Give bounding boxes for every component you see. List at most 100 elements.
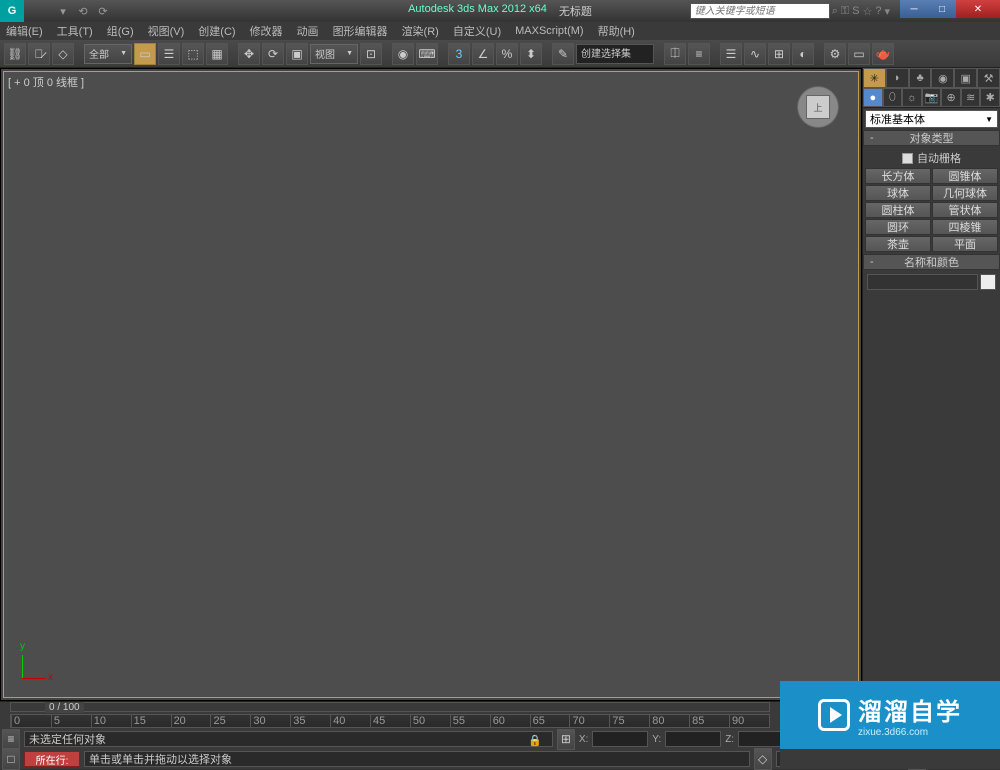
viewcube[interactable]: 上	[793, 82, 843, 132]
menu-tools[interactable]: 工具(T)	[57, 23, 93, 39]
btn-cone[interactable]: 圆锥体	[932, 168, 998, 184]
menu-create[interactable]: 创建(C)	[198, 23, 235, 39]
close-button[interactable]: ✕	[956, 0, 1000, 18]
btn-geosphere[interactable]: 几何球体	[932, 185, 998, 201]
btn-cylinder[interactable]: 圆柱体	[865, 202, 931, 218]
menu-maxscript[interactable]: MAXScript(M)	[515, 25, 583, 37]
create-category-dropdown[interactable]: 标准基本体	[865, 110, 998, 128]
subtab-shapes-icon[interactable]: ⬯	[883, 88, 903, 107]
viewcube-face[interactable]: 上	[806, 95, 830, 119]
fav-icon[interactable]: ☆	[862, 5, 872, 18]
subtab-space-icon[interactable]: ≋	[961, 88, 981, 107]
manipulate-icon[interactable]: ◉	[392, 43, 414, 65]
rollout-name-color[interactable]: 名称和颜色	[863, 254, 1000, 270]
object-name-input[interactable]	[867, 274, 978, 290]
subtab-lights-icon[interactable]: ☼	[902, 88, 922, 107]
search-icon[interactable]: ⌕	[832, 5, 838, 18]
subs-icon[interactable]: S	[852, 5, 859, 18]
ref-coord-dropdown[interactable]: 视图	[310, 44, 358, 64]
lock-selection-icon[interactable]: ◇	[754, 748, 772, 770]
undo-icon[interactable]: ⟲	[74, 2, 92, 20]
tab-hierarchy-icon[interactable]: ♣	[909, 68, 932, 88]
btn-sphere[interactable]: 球体	[865, 185, 931, 201]
qa-dropdown-icon[interactable]: ▾	[54, 2, 72, 20]
tab-create-icon[interactable]: ✳	[863, 68, 886, 88]
ime-indicator[interactable]: 所在行:	[24, 751, 80, 767]
subtab-cameras-icon[interactable]: 📷	[922, 88, 942, 107]
tab-motion-icon[interactable]: ◉	[931, 68, 954, 88]
menu-modifier[interactable]: 修改器	[250, 23, 283, 39]
tab-modify-icon[interactable]: ◗	[886, 68, 909, 88]
tab-utilities-icon[interactable]: ⚒	[977, 68, 1000, 88]
angle-snap-icon[interactable]: ∠	[472, 43, 494, 65]
minimize-button[interactable]: ─	[900, 0, 928, 18]
curve-editor-icon[interactable]: ∿	[744, 43, 766, 65]
unlink-icon[interactable]: ⛓̷	[28, 43, 50, 65]
menu-help[interactable]: 帮助(H)	[598, 23, 635, 39]
subtab-helpers-icon[interactable]: ⊕	[941, 88, 961, 107]
app-icon[interactable]: G	[0, 0, 24, 22]
y-coord-input[interactable]	[665, 731, 721, 747]
selection-filter-dropdown[interactable]: 全部	[84, 44, 132, 64]
align-icon[interactable]: ≡	[688, 43, 710, 65]
select-name-icon[interactable]: ☰	[158, 43, 180, 65]
script-icon[interactable]: ≡	[2, 728, 20, 750]
time-slider[interactable]: 0 / 100	[10, 702, 770, 712]
menu-customize[interactable]: 自定义(U)	[453, 23, 501, 39]
menu-grapheditor[interactable]: 图形编辑器	[333, 23, 388, 39]
maximize-button[interactable]: □	[928, 0, 956, 18]
menu-view[interactable]: 视图(V)	[148, 23, 185, 39]
x-coord-input[interactable]	[592, 731, 648, 747]
autogrid-checkbox[interactable]	[902, 153, 913, 164]
rotate-icon[interactable]: ⟳	[262, 43, 284, 65]
viewport-top[interactable]: [ + 0 顶 0 线框 ] 上	[3, 71, 859, 698]
subtab-geometry-icon[interactable]: ●	[863, 88, 883, 107]
coord-mode-icon[interactable]: ⊞	[557, 728, 575, 750]
btn-box[interactable]: 长方体	[865, 168, 931, 184]
render-setup-icon[interactable]: ⚙	[824, 43, 846, 65]
tab-display-icon[interactable]: ▣	[954, 68, 977, 88]
search-input[interactable]	[690, 3, 830, 19]
menu-anim[interactable]: 动画	[297, 23, 319, 39]
keyboard-icon[interactable]: ⌨	[416, 43, 438, 65]
time-ruler[interactable]: 0 5 10 15 20 25 30 35 40 45 50 55 60 65 …	[10, 714, 770, 728]
menu-render[interactable]: 渲染(R)	[402, 23, 439, 39]
material-icon[interactable]: ◐	[792, 43, 814, 65]
select-rect-icon[interactable]: ⬚	[182, 43, 204, 65]
menu-edit[interactable]: 编辑(E)	[6, 23, 43, 39]
key-icon[interactable]: ⚿	[841, 5, 849, 18]
layers-icon[interactable]: ☰	[720, 43, 742, 65]
bind-icon[interactable]: ◇	[52, 43, 74, 65]
menu-group[interactable]: 组(G)	[107, 23, 134, 39]
subtab-systems-icon[interactable]: ✱	[980, 88, 1000, 107]
move-icon[interactable]: ✥	[238, 43, 260, 65]
btn-plane[interactable]: 平面	[932, 236, 998, 252]
window-cross-icon[interactable]: ▦	[206, 43, 228, 65]
redo-icon[interactable]: ⟳	[94, 2, 112, 20]
schematic-icon[interactable]: ⊞	[768, 43, 790, 65]
btn-teapot[interactable]: 茶壶	[865, 236, 931, 252]
pivot-icon[interactable]: ⊡	[360, 43, 382, 65]
render-frame-icon[interactable]: ▭	[848, 43, 870, 65]
select-object-icon[interactable]: ▭	[134, 43, 156, 65]
rollout-object-type[interactable]: 对象类型	[863, 130, 1000, 146]
btn-tube[interactable]: 管状体	[932, 202, 998, 218]
autogrid-row[interactable]: 自动栅格	[865, 148, 998, 168]
mirror-icon[interactable]: ⎅	[664, 43, 686, 65]
link-icon[interactable]: ⛓	[4, 43, 26, 65]
help-icon[interactable]: ?	[875, 5, 881, 18]
snap-3-icon[interactable]: 3	[448, 43, 470, 65]
selection-set-input[interactable]: 创建选择集	[576, 44, 654, 64]
spinner-snap-icon[interactable]: ⬍	[520, 43, 542, 65]
viewport-label[interactable]: [ + 0 顶 0 线框 ]	[8, 74, 84, 90]
btn-pyramid[interactable]: 四棱锥	[932, 219, 998, 235]
edit-set-icon[interactable]: ✎	[552, 43, 574, 65]
render-icon[interactable]: 🫖	[872, 43, 894, 65]
object-color-swatch[interactable]	[980, 274, 996, 290]
menu-drop-icon[interactable]: ▾	[884, 5, 890, 18]
btn-torus[interactable]: 圆环	[865, 219, 931, 235]
percent-snap-icon[interactable]: %	[496, 43, 518, 65]
toggle-icon[interactable]: □	[2, 748, 20, 770]
lock-icon[interactable]: 🔒	[528, 734, 542, 747]
scale-icon[interactable]: ▣	[286, 43, 308, 65]
